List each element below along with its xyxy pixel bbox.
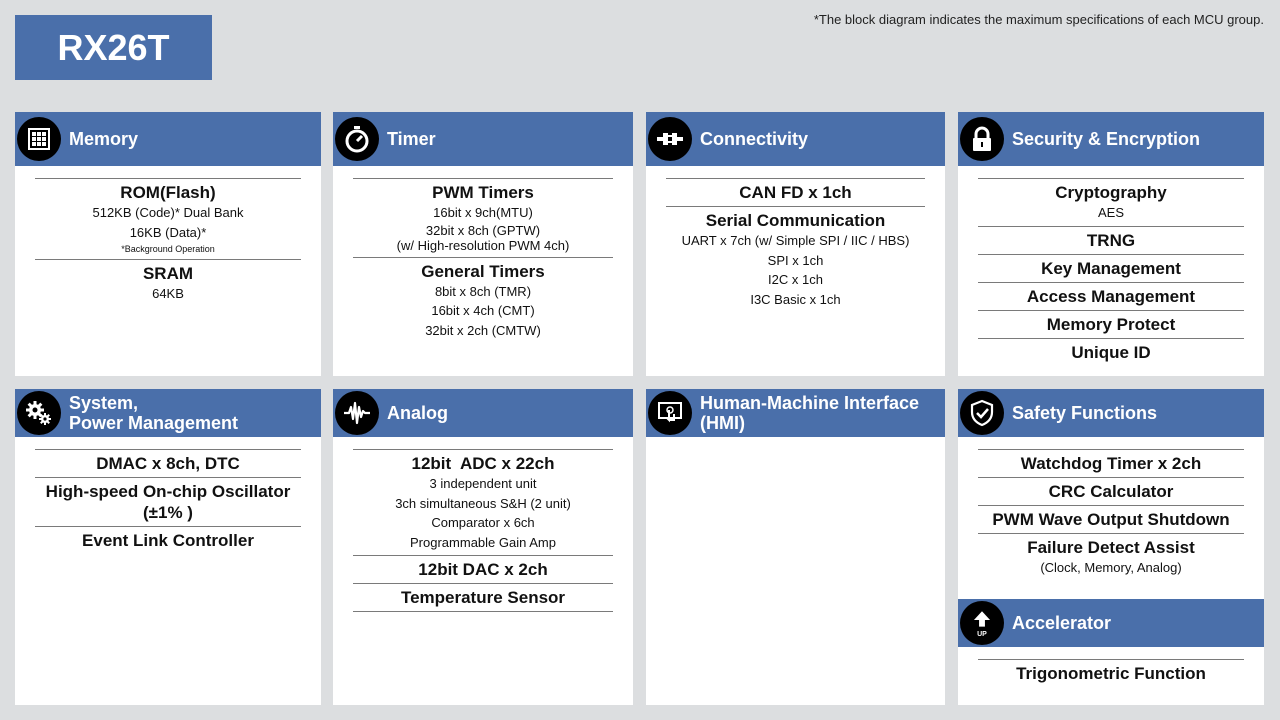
gen-line: 32bit x 2ch (CMTW)	[425, 322, 541, 338]
failure-detect-line: (Clock, Memory, Analog)	[1040, 560, 1182, 575]
page-title: RX26T	[15, 15, 212, 80]
adc-line: 3 independent unit	[429, 476, 537, 491]
sram-line: 64KB	[152, 286, 184, 301]
shield-check-icon	[960, 391, 1004, 435]
connectivity-header: Connectivity	[646, 112, 945, 166]
rom-line: 512KB (Code)* Dual Bank	[92, 205, 244, 220]
spec-note: *The block diagram indicates the maximum…	[813, 12, 1264, 27]
security-title: Security & Encryption	[1012, 129, 1201, 149]
dmac-title: DMAC x 8ch, DTC	[96, 454, 240, 473]
crc-title: CRC Calculator	[1048, 482, 1174, 501]
timer-card: Timer PWM Timers 16bit x 9ch(MTU) 32bit …	[333, 112, 633, 376]
rom-line: 16KB (Data)*	[129, 224, 207, 240]
touch-screen-icon	[648, 391, 692, 435]
sram-title: SRAM	[142, 264, 194, 283]
analog-title: Analog	[387, 403, 448, 423]
pwm-line: (w/ High-resolution PWM 4ch)	[396, 237, 570, 253]
pwm-shutdown-title: PWM Wave Output Shutdown	[992, 510, 1230, 529]
watchdog-title: Watchdog Timer x 2ch	[1020, 454, 1202, 473]
can-fd-title: CAN FD x 1ch	[739, 183, 852, 202]
accelerator-header: UP Accelerator	[958, 599, 1264, 647]
up-arrow-icon: UP	[960, 601, 1004, 645]
pwm-line: 16bit x 9ch(MTU)	[433, 205, 533, 220]
adc-line: 3ch simultaneous S&H (2 unit)	[395, 495, 571, 511]
oscillator-title: High-speed On-chip Oscillator	[45, 482, 291, 501]
general-timers-title: General Timers	[421, 261, 545, 281]
pwm-timers-title: PWM Timers	[432, 183, 534, 202]
serial-line: I3C Basic x 1ch	[750, 291, 841, 307]
trigonometric-title: Trigonometric Function	[1016, 664, 1206, 683]
accelerator-card: UP Accelerator Trigonometric Function	[958, 599, 1264, 705]
hmi-title-line: (HMI)	[700, 413, 745, 433]
oscillator-title: (±1% )	[143, 503, 193, 522]
key-management-title: Key Management	[1041, 258, 1181, 278]
lock-icon	[960, 117, 1004, 161]
connectivity-card: Connectivity CAN FD x 1ch Serial Communi…	[646, 112, 945, 376]
memory-chip-icon	[17, 117, 61, 161]
trng-title: TRNG	[1086, 230, 1136, 250]
rom-title: ROM(Flash)	[120, 183, 216, 202]
serial-title: Serial Communication	[705, 211, 886, 230]
up-label: UP	[977, 630, 987, 638]
security-header: Security & Encryption	[958, 112, 1264, 166]
system-card: System, Power Management DMAC x 8ch, DTC…	[15, 389, 321, 705]
plug-icon	[648, 117, 692, 161]
system-title-line: Power Management	[69, 413, 239, 433]
hmi-header: Human-Machine Interface (HMI)	[646, 389, 945, 437]
cryptography-title: Cryptography	[1055, 183, 1167, 202]
system-title-line: System,	[69, 393, 139, 413]
safety-header: Safety Functions	[958, 389, 1264, 437]
analog-card: Analog 12bit ADC x 22ch 3 independent un…	[333, 389, 633, 705]
gears-icon	[17, 391, 61, 435]
accelerator-title: Accelerator	[1012, 613, 1112, 633]
memory-title: Memory	[69, 129, 139, 149]
connectivity-title: Connectivity	[700, 129, 809, 149]
dac-title: 12bit DAC x 2ch	[418, 560, 548, 579]
serial-line: UART x 7ch (w/ Simple SPI / IIC / HBS)	[681, 233, 910, 248]
timer-title: Timer	[387, 129, 436, 149]
memory-protect-title: Memory Protect	[1046, 314, 1176, 334]
adc-title: 12bit ADC x 22ch	[411, 454, 555, 473]
adc-line: Comparator x 6ch	[431, 515, 535, 530]
stopwatch-icon	[335, 117, 379, 161]
hmi-card: Human-Machine Interface (HMI)	[646, 389, 945, 705]
failure-detect-title: Failure Detect Assist	[1027, 538, 1195, 557]
unique-id-title: Unique ID	[1071, 342, 1151, 362]
safety-title: Safety Functions	[1012, 403, 1158, 423]
gen-line: 8bit x 8ch (TMR)	[434, 283, 532, 299]
gen-line: 16bit x 4ch (CMT)	[431, 303, 535, 318]
access-management-title: Access Management	[1026, 286, 1196, 306]
timer-header: Timer	[333, 112, 633, 166]
waveform-icon	[335, 391, 379, 435]
temperature-sensor-title: Temperature Sensor	[400, 588, 566, 607]
analog-header: Analog	[333, 389, 633, 437]
memory-card: Memory ROM(Flash) 512KB (Code)* Dual Ban…	[15, 112, 321, 376]
memory-header: Memory	[15, 112, 321, 166]
crypto-line: AES	[1097, 205, 1124, 220]
rom-note: *Background Operation	[121, 244, 215, 254]
adc-line: Programmable Gain Amp	[410, 534, 556, 550]
event-link-title: Event Link Controller	[82, 531, 254, 550]
serial-line: I2C x 1ch	[768, 272, 823, 287]
safety-card: Safety Functions Watchdog Timer x 2ch CR…	[958, 389, 1264, 599]
serial-line: SPI x 1ch	[767, 252, 824, 268]
hmi-title-line: Human-Machine Interface	[700, 393, 920, 413]
security-card: Security & Encryption Cryptography AES T…	[958, 112, 1264, 376]
pwm-line: 32bit x 8ch (GPTW)	[425, 222, 541, 238]
system-header: System, Power Management	[15, 389, 321, 437]
